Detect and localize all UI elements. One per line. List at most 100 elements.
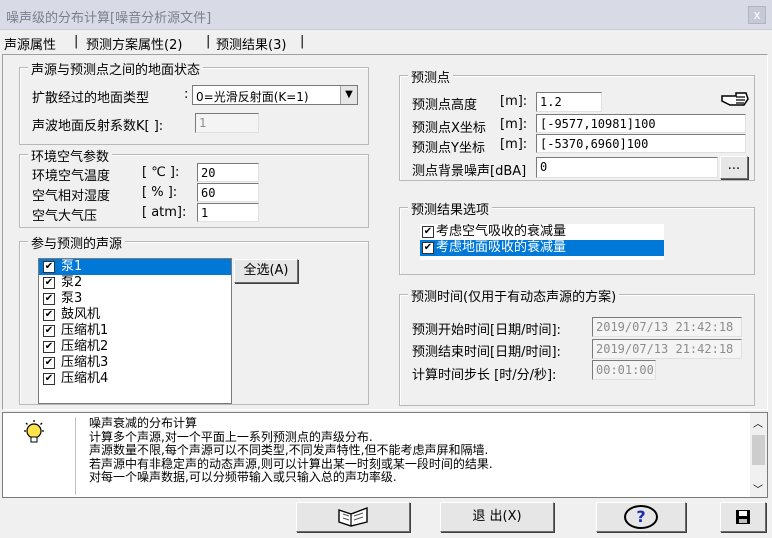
humidity-field[interactable]: 60 [197,183,259,202]
chevron-down-icon[interactable]: ﹀ [753,481,763,496]
checkbox-checked-icon[interactable]: ✔ [43,277,55,289]
background-noise-label: 测点背景噪声[dBA] [412,164,527,179]
list-item[interactable]: ✔ 泵3 [39,291,231,307]
result-options-title: 预测结果选项 [408,199,493,218]
ground-state-title: 声源与预测点之间的地面状态 [28,59,204,78]
chevron-up-icon[interactable]: ︿ [753,415,763,430]
scrollbar-thumb[interactable] [752,435,765,465]
tab-separator: | [206,34,211,49]
air-temp-unit: [ ℃ ]: [142,165,180,180]
point-height-field[interactable]: 1.2 [536,92,602,112]
option-air-absorption[interactable]: ✔ 考虑空气吸收的衰减量 [420,224,664,240]
tab-prediction-results[interactable]: 预测结果(3) [216,34,286,53]
chevron-down-icon[interactable]: ▼ [340,86,357,104]
window-title: 噪声级的分布计算[噪音分析源文件] [6,11,212,26]
title-bar: 噪声级的分布计算[噪音分析源文件] x [0,0,772,30]
sources-list[interactable]: ✔ 泵1 ✔ 泵2 ✔ 泵3 ✔ 鼓风机 ✔ 压缩机1 ✔ 压缩机2 ✔ 压缩机3 ✔ 压缩机4 [38,258,232,404]
list-item[interactable]: ✔ 泵2 [39,275,231,291]
point-x-unit: [m]: [500,117,528,132]
help-scrollbar[interactable]: ︿ ﹀ [750,413,767,497]
ground-type-colon: : [184,87,189,102]
select-all-button[interactable]: 全选(A) [234,259,298,283]
checkbox-checked-icon[interactable]: ✔ [422,226,434,238]
pressure-unit: [ atm]: [142,205,187,220]
ground-type-select[interactable]: 0=光滑反射面(K=1) ▼ [192,85,358,105]
humidity-unit: [ % ]: [142,185,178,200]
list-item[interactable]: ✔ 鼓风机 [39,307,231,323]
browse-button[interactable]: ... [720,156,748,179]
point-y-label: 预测点Y坐标 [412,141,485,156]
checkbox-checked-icon[interactable]: ✔ [43,309,55,321]
floppy-disk-icon [735,509,751,529]
result-options-group: 预测结果选项 ✔ 考虑空气吸收的衰减量 ✔ 考虑地面吸收的衰减量 [399,199,755,275]
list-item[interactable]: ✔ 压缩机2 [39,339,231,355]
open-book-button[interactable] [296,502,410,532]
help-divider [75,417,76,495]
checkbox-checked-icon[interactable]: ✔ [43,325,55,337]
end-time-field[interactable]: 2019/07/13 21:42:18 [592,339,742,359]
help-icon: ? [624,505,658,529]
point-x-label: 预测点X坐标 [412,121,486,136]
prediction-point-group: 预测点 预测点高度 [m]: 1.2 预测点X坐标 [m]: [-9577,10… [399,67,755,181]
reflect-coef-label: 声波地面反射系数K[ ]: [32,119,164,134]
exit-button[interactable]: 退 出(X) [440,502,554,532]
bottom-bar: 退 出(X) ? [0,500,772,538]
reflect-coef-field[interactable]: 1 [195,113,259,133]
list-item[interactable]: ✔ 压缩机4 [39,371,231,387]
sources-group: 参与预测的声源 ✔ 泵1 ✔ 泵2 ✔ 泵3 ✔ 鼓风机 ✔ 压缩机1 ✔ 压缩机2 ✔ 压缩… [19,233,369,405]
start-time-field[interactable]: 2019/07/13 21:42:18 [592,317,742,337]
help-line: 声源数量不限,每个声源可以不同类型,不同发声特性,但不能考虑声屏和隔墙. [89,443,489,457]
tab-scheme-properties[interactable]: 预测方案属性(2) [86,34,182,53]
result-options-list[interactable]: ✔ 考虑空气吸收的衰减量 ✔ 考虑地面吸收的衰减量 [420,224,664,260]
point-x-field[interactable]: [-9577,10981]100 [536,114,746,133]
prediction-time-group: 预测时间(仅用于有动态声源的方案) 预测开始时间[日期/时间]: 2019/07… [399,286,755,406]
checkbox-checked-icon[interactable]: ✔ [43,341,55,353]
help-line: 对每一个噪声数据,可以分频带输入或只输入总的声功率级. [89,470,397,484]
point-y-field[interactable]: [-5370,6960]100 [536,134,746,153]
tab-source-properties[interactable]: 声源属性 [4,34,57,53]
background-noise-field[interactable]: 0 [536,157,718,178]
lightbulb-icon [21,419,47,449]
book-icon [335,506,371,532]
start-time-label: 预测开始时间[日期/时间]: [412,323,561,338]
help-line: 若声源中有非稳定声的动态声源,则可以计算出某一时刻或某一段时间的结果. [89,456,493,471]
humidity-label: 空气相对湿度 [32,189,111,204]
save-button[interactable] [720,502,766,532]
pressure-field[interactable]: 1 [197,203,259,222]
checkbox-checked-icon[interactable]: ✔ [422,242,434,254]
time-step-field[interactable]: 00:01:00 [592,360,656,380]
list-item[interactable]: ✔ 压缩机1 [39,323,231,339]
air-temp-field[interactable]: 20 [197,163,259,182]
end-time-label: 预测结束时间[日期/时间]: [412,345,561,360]
ground-type-label: 扩散经过的地面类型 [32,91,150,106]
help-text: 噪声衰减的分布计算 计算多个声源,对一个平面上一系列预测点的声级分布. 声源数量… [89,416,493,485]
main-panel: 声源与预测点之间的地面状态 扩散经过的地面类型 : 0=光滑反射面(K=1) ▼… [2,54,768,410]
option-ground-absorption[interactable]: ✔ 考虑地面吸收的衰减量 [420,240,664,256]
ground-state-group: 声源与预测点之间的地面状态 扩散经过的地面类型 : 0=光滑反射面(K=1) ▼… [19,59,369,145]
help-button[interactable]: ? [596,502,686,532]
point-y-unit: [m]: [500,137,528,152]
help-line: 噪声衰减的分布计算 [89,416,198,430]
point-height-unit: [m]: [500,94,528,109]
pressure-label: 空气大气压 [32,209,98,224]
checkbox-checked-icon[interactable]: ✔ [43,373,55,385]
ground-type-value: 0=光滑反射面(K=1) [196,90,309,104]
checkbox-checked-icon[interactable]: ✔ [43,293,55,305]
air-params-group: 环境空气参数 环境空气温度 [ ℃ ]: 20 空气相对湿度 [ % ]: 60… [19,146,369,228]
close-button[interactable]: x [748,6,766,24]
checkbox-checked-icon[interactable]: ✔ [43,357,55,369]
air-temp-label: 环境空气温度 [32,169,111,184]
list-item[interactable]: ✔ 压缩机3 [39,355,231,371]
tab-separator: | [300,34,305,49]
sources-title: 参与预测的声源 [28,233,126,252]
checkbox-checked-icon[interactable]: ✔ [43,261,55,273]
air-params-title: 环境空气参数 [28,146,113,165]
tab-bar: 声源属性 | 预测方案属性(2) | 预测结果(3) | [0,32,772,54]
help-pane: 噪声衰减的分布计算 计算多个声源,对一个平面上一系列预测点的声级分布. 声源数量… [2,412,768,498]
point-height-label: 预测点高度 [412,98,478,113]
prediction-point-title: 预测点 [408,67,454,86]
tab-separator: | [74,34,79,49]
list-item[interactable]: ✔ 泵1 [39,259,231,275]
pointer-hand-icon[interactable] [720,90,750,108]
prediction-time-title: 预测时间(仅用于有动态声源的方案) [408,286,620,305]
